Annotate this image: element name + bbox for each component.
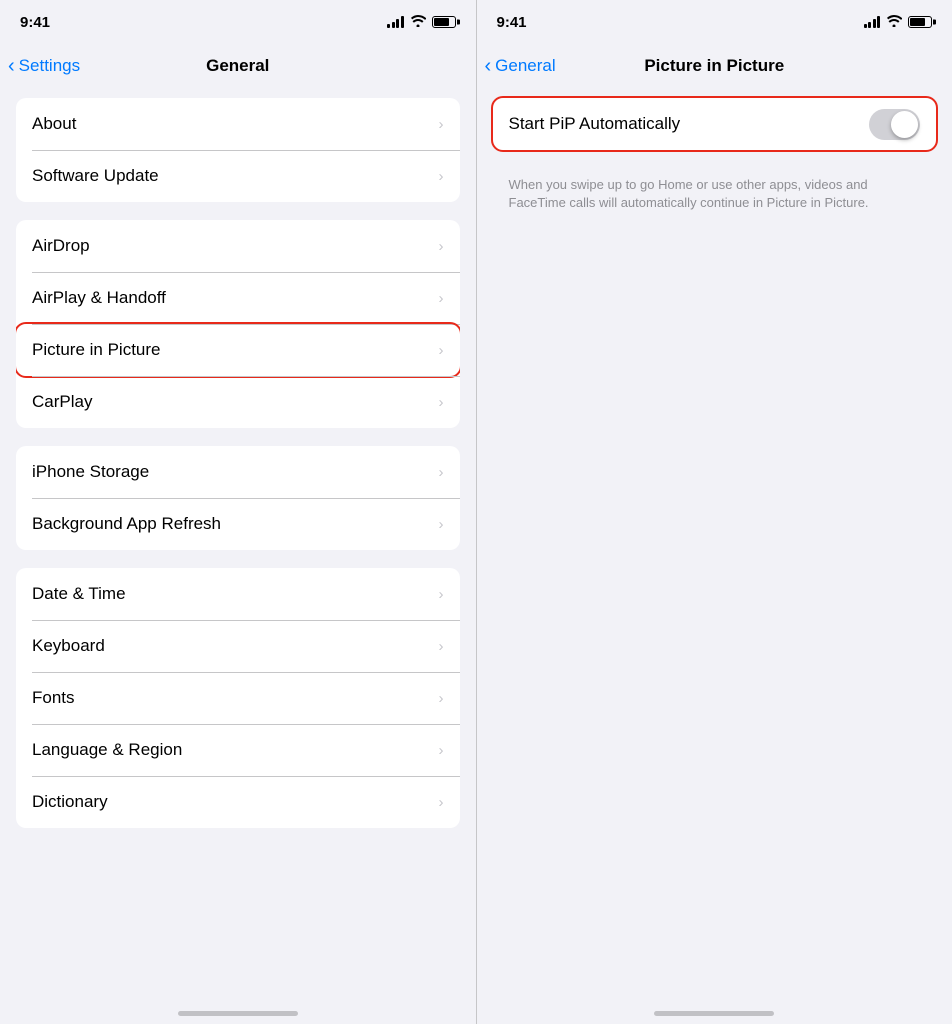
label-software-update: Software Update [32,166,159,186]
nav-bar-left: ‹ Settings General [0,44,476,88]
chevron-keyboard: › [439,638,444,655]
label-iphone-storage: iPhone Storage [32,462,149,482]
signal-icon-right [864,16,881,28]
settings-content-left: About›Software Update›AirDrop›AirPlay & … [0,88,476,990]
settings-row-keyboard[interactable]: Keyboard › [16,620,460,672]
signal-icon-left [387,16,404,28]
settings-row-airdrop[interactable]: AirDrop › [16,220,460,272]
pip-description: When you swipe up to go Home or use othe… [493,168,937,228]
home-bar-left [178,1011,298,1016]
chevron-dictionary: › [439,794,444,811]
home-indicator-right [477,990,952,1024]
chevron-carplay: › [439,394,444,411]
settings-group-group3: iPhone Storage › Background App Refresh › [16,446,460,550]
label-dictionary: Dictionary [32,792,108,812]
back-label-left: Settings [19,56,80,76]
label-carplay: CarPlay [32,392,92,412]
back-chevron-left: ‹ [8,56,15,76]
settings-row-about[interactable]: About › [16,98,460,150]
back-button-right[interactable]: ‹ General [485,56,556,76]
label-keyboard: Keyboard [32,636,105,656]
settings-row-fonts[interactable]: Fonts › [16,672,460,724]
label-about: About [32,114,76,134]
pip-toggle-group: Start PiP Automatically [493,98,937,150]
chevron-airplay-handoff: › [439,290,444,307]
toggle-knob [891,111,918,138]
label-picture-in-picture: Picture in Picture [32,340,161,360]
label-fonts: Fonts [32,688,75,708]
label-airdrop: AirDrop [32,236,90,256]
home-indicator-left [0,990,476,1024]
label-background-app-refresh: Background App Refresh [32,514,221,534]
chevron-iphone-storage: › [439,464,444,481]
label-airplay-handoff: AirPlay & Handoff [32,288,166,308]
settings-row-date-time[interactable]: Date & Time › [16,568,460,620]
settings-row-iphone-storage[interactable]: iPhone Storage › [16,446,460,498]
battery-icon-right [908,16,932,28]
status-time-right: 9:41 [497,14,527,31]
page-title-right: Picture in Picture [644,56,784,76]
settings-content-right: Start PiP Automatically When you swipe u… [477,88,952,990]
pip-toggle-switch[interactable] [869,109,920,140]
status-bar-right: 9:41 [477,0,952,44]
settings-row-airplay-handoff[interactable]: AirPlay & Handoff › [16,272,460,324]
status-icons-right [864,15,933,30]
pip-toggle-row[interactable]: Start PiP Automatically [493,98,937,150]
settings-row-picture-in-picture[interactable]: Picture in Picture › [16,324,460,376]
battery-icon-left [432,16,456,28]
settings-row-language-region[interactable]: Language & Region › [16,724,460,776]
chevron-about: › [439,116,444,133]
status-bar-left: 9:41 [0,0,476,44]
chevron-fonts: › [439,690,444,707]
wifi-icon-left [410,15,426,30]
chevron-software-update: › [439,168,444,185]
label-language-region: Language & Region [32,740,182,760]
back-label-right: General [495,56,555,76]
page-title-left: General [206,56,269,76]
home-bar-right [654,1011,774,1016]
status-time-left: 9:41 [20,14,50,31]
settings-group-group2: AirDrop›AirPlay & Handoff›Picture in Pic… [16,220,460,428]
settings-group-group1: About › Software Update › [16,98,460,202]
settings-row-background-app-refresh[interactable]: Background App Refresh › [16,498,460,550]
back-button-left[interactable]: ‹ Settings [8,56,80,76]
pip-toggle-label: Start PiP Automatically [509,114,681,134]
settings-row-software-update[interactable]: Software Update › [16,150,460,202]
chevron-date-time: › [439,586,444,603]
settings-row-carplay[interactable]: CarPlay › [16,376,460,428]
right-panel: 9:41 ‹ General P [477,0,952,1024]
chevron-background-app-refresh: › [439,516,444,533]
chevron-airdrop: › [439,238,444,255]
settings-group-group4: Date & Time›Keyboard›Fonts›Language & Re… [16,568,460,828]
status-icons-left [387,15,456,30]
label-date-time: Date & Time [32,584,126,604]
left-panel: 9:41 ‹ Settings [0,0,476,1024]
settings-row-dictionary[interactable]: Dictionary › [16,776,460,828]
chevron-language-region: › [439,742,444,759]
wifi-icon-right [886,15,902,30]
nav-bar-right: ‹ General Picture in Picture [477,44,952,88]
chevron-picture-in-picture: › [439,342,444,359]
back-chevron-right: ‹ [485,56,492,76]
